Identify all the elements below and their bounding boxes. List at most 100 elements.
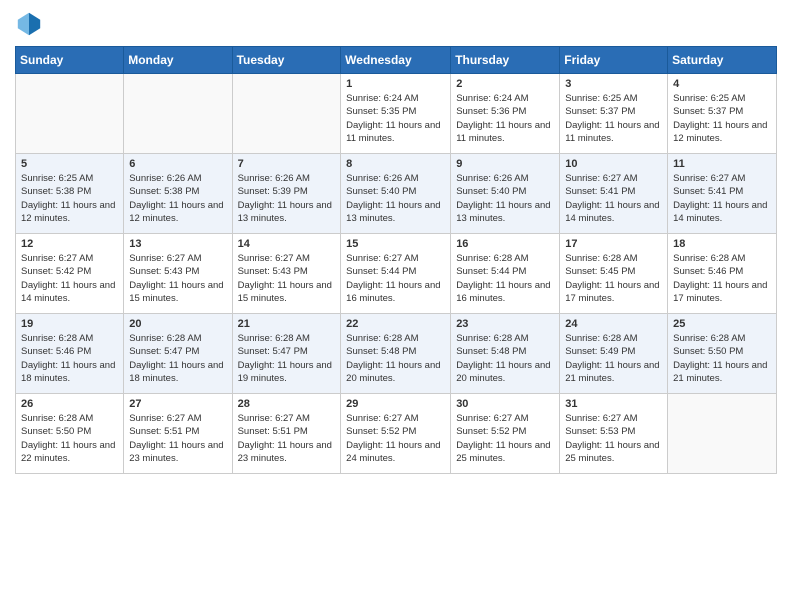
day-info-line: Sunrise: 6:27 AM <box>21 252 118 265</box>
day-number: 16 <box>456 238 554 250</box>
day-info-line: Sunset: 5:44 PM <box>456 265 554 278</box>
day-info-line: Sunrise: 6:27 AM <box>238 412 336 425</box>
day-info-line: Sunset: 5:50 PM <box>21 425 118 438</box>
day-info: Sunrise: 6:28 AMSunset: 5:50 PMDaylight:… <box>673 332 771 385</box>
weekday-header-friday: Friday <box>560 47 668 74</box>
logo <box>15 10 47 38</box>
day-number: 11 <box>673 158 771 170</box>
calendar-cell <box>668 394 777 474</box>
calendar-cell <box>124 74 232 154</box>
calendar-cell <box>16 74 124 154</box>
weekday-header-wednesday: Wednesday <box>341 47 451 74</box>
day-number: 26 <box>21 398 118 410</box>
day-info-line: Sunrise: 6:28 AM <box>21 332 118 345</box>
day-number: 9 <box>456 158 554 170</box>
day-info-line: Daylight: 11 hours and 12 minutes. <box>129 199 226 226</box>
calendar-cell: 8 Sunrise: 6:26 AMSunset: 5:40 PMDaylight… <box>341 154 451 234</box>
day-number: 12 <box>21 238 118 250</box>
day-number: 1 <box>346 78 445 90</box>
day-info-line: Sunset: 5:47 PM <box>238 345 336 358</box>
day-info: Sunrise: 6:27 AMSunset: 5:42 PMDaylight:… <box>21 252 118 305</box>
day-info-line: Sunrise: 6:28 AM <box>238 332 336 345</box>
day-number: 21 <box>238 318 336 330</box>
day-info-line: Sunset: 5:48 PM <box>346 345 445 358</box>
day-info-line: Daylight: 11 hours and 11 minutes. <box>346 119 445 146</box>
calendar-cell: 25Sunrise: 6:28 AMSunset: 5:50 PMDayligh… <box>668 314 777 394</box>
day-number: 17 <box>565 238 662 250</box>
logo-icon <box>15 10 43 38</box>
day-info: Sunrise: 6:28 AMSunset: 5:47 PMDaylight:… <box>129 332 226 385</box>
day-info-line: Daylight: 11 hours and 20 minutes. <box>346 359 445 386</box>
day-number: 5 <box>21 158 118 170</box>
calendar-cell: 5Sunrise: 6:25 AMSunset: 5:38 PMDaylight… <box>16 154 124 234</box>
day-info: Sunrise: 6:24 AMSunset: 5:36 PMDaylight:… <box>456 92 554 145</box>
day-info: Sunrise: 6:26 AMSunset: 5:40 PMDaylight:… <box>346 172 445 225</box>
day-info-line: Sunset: 5:38 PM <box>21 185 118 198</box>
day-info-line: Daylight: 11 hours and 12 minutes. <box>21 199 118 226</box>
day-number: 20 <box>129 318 226 330</box>
day-number: 14 <box>238 238 336 250</box>
day-number: 28 <box>238 398 336 410</box>
day-info-line: Sunset: 5:42 PM <box>21 265 118 278</box>
day-info-line: Sunrise: 6:28 AM <box>456 332 554 345</box>
calendar-cell: 7Sunrise: 6:26 AMSunset: 5:39 PMDaylight… <box>232 154 341 234</box>
day-info-line: Sunset: 5:36 PM <box>456 105 554 118</box>
calendar-cell: 1 Sunrise: 6:24 AMSunset: 5:35 PMDaylight… <box>341 74 451 154</box>
day-info-line: Daylight: 11 hours and 16 minutes. <box>456 279 554 306</box>
day-info-line: Sunset: 5:52 PM <box>456 425 554 438</box>
weekday-header-row: SundayMondayTuesdayWednesdayThursdayFrid… <box>16 47 777 74</box>
day-info-line: Daylight: 11 hours and 13 minutes. <box>238 199 336 226</box>
day-info-line: Sunrise: 6:26 AM <box>129 172 226 185</box>
header <box>15 10 777 38</box>
day-info-line: Daylight: 11 hours and 18 minutes. <box>21 359 118 386</box>
weekday-header-monday: Monday <box>124 47 232 74</box>
day-info-line: Sunrise: 6:27 AM <box>238 252 336 265</box>
calendar-cell: 22Sunrise: 6:28 AMSunset: 5:48 PMDayligh… <box>341 314 451 394</box>
day-number: 8 <box>346 158 445 170</box>
day-info-line: Sunset: 5:41 PM <box>565 185 662 198</box>
calendar-cell: 12 Sunrise: 6:27 AMSunset: 5:42 PMDayligh… <box>16 234 124 314</box>
day-info-line: Sunrise: 6:28 AM <box>673 252 771 265</box>
day-info: Sunrise: 6:28 AMSunset: 5:50 PMDaylight:… <box>21 412 118 465</box>
day-info-line: Daylight: 11 hours and 14 minutes. <box>673 199 771 226</box>
day-number: 27 <box>129 398 226 410</box>
day-info-line: Sunrise: 6:28 AM <box>673 332 771 345</box>
day-info: Sunrise: 6:27 AMSunset: 5:51 PMDaylight:… <box>129 412 226 465</box>
calendar-cell: 11 Sunrise: 6:27 AMSunset: 5:41 PMDayligh… <box>668 154 777 234</box>
day-info-line: Daylight: 11 hours and 15 minutes. <box>238 279 336 306</box>
day-info-line: Sunset: 5:46 PM <box>21 345 118 358</box>
day-info-line: Daylight: 11 hours and 23 minutes. <box>129 439 226 466</box>
day-info-line: Sunset: 5:38 PM <box>129 185 226 198</box>
day-info-line: Sunset: 5:46 PM <box>673 265 771 278</box>
day-number: 6 <box>129 158 226 170</box>
calendar-cell: 4 Sunrise: 6:25 AMSunset: 5:37 PMDaylight… <box>668 74 777 154</box>
day-info-line: Sunrise: 6:28 AM <box>21 412 118 425</box>
day-info-line: Sunrise: 6:28 AM <box>346 332 445 345</box>
day-info: Sunrise: 6:27 AMSunset: 5:52 PMDaylight:… <box>346 412 445 465</box>
week-row-3: 12Sunrise: 6:27 AMSunset: 5:42 PMDayligh… <box>16 234 777 314</box>
day-info: Sunrise: 6:25 AMSunset: 5:37 PMDaylight:… <box>673 92 771 145</box>
day-info: Sunrise: 6:25 AMSunset: 5:37 PMDaylight:… <box>565 92 662 145</box>
day-info-line: Sunrise: 6:27 AM <box>129 252 226 265</box>
day-info: Sunrise: 6:28 AMSunset: 5:44 PMDaylight:… <box>456 252 554 305</box>
day-info-line: Daylight: 11 hours and 13 minutes. <box>456 199 554 226</box>
day-info: Sunrise: 6:26 AMSunset: 5:38 PMDaylight:… <box>129 172 226 225</box>
calendar-cell: 27 Sunrise: 6:27 AMSunset: 5:51 PMDayligh… <box>124 394 232 474</box>
day-info-line: Daylight: 11 hours and 24 minutes. <box>346 439 445 466</box>
day-info-line: Daylight: 11 hours and 23 minutes. <box>238 439 336 466</box>
calendar-cell: 13Sunrise: 6:27 AMSunset: 5:43 PMDayligh… <box>124 234 232 314</box>
day-info: Sunrise: 6:24 AMSunset: 5:35 PMDaylight:… <box>346 92 445 145</box>
day-info-line: Sunrise: 6:24 AM <box>346 92 445 105</box>
day-info-line: Sunrise: 6:27 AM <box>673 172 771 185</box>
day-info-line: Sunset: 5:45 PM <box>565 265 662 278</box>
day-info-line: Daylight: 11 hours and 14 minutes. <box>21 279 118 306</box>
day-info: Sunrise: 6:28 AMSunset: 5:48 PMDaylight:… <box>456 332 554 385</box>
day-info-line: Daylight: 11 hours and 17 minutes. <box>565 279 662 306</box>
day-info-line: Sunset: 5:41 PM <box>673 185 771 198</box>
weekday-header-tuesday: Tuesday <box>232 47 341 74</box>
day-info-line: Sunrise: 6:28 AM <box>565 332 662 345</box>
weekday-header-sunday: Sunday <box>16 47 124 74</box>
day-number: 29 <box>346 398 445 410</box>
day-info: Sunrise: 6:27 AMSunset: 5:44 PMDaylight:… <box>346 252 445 305</box>
day-number: 4 <box>673 78 771 90</box>
